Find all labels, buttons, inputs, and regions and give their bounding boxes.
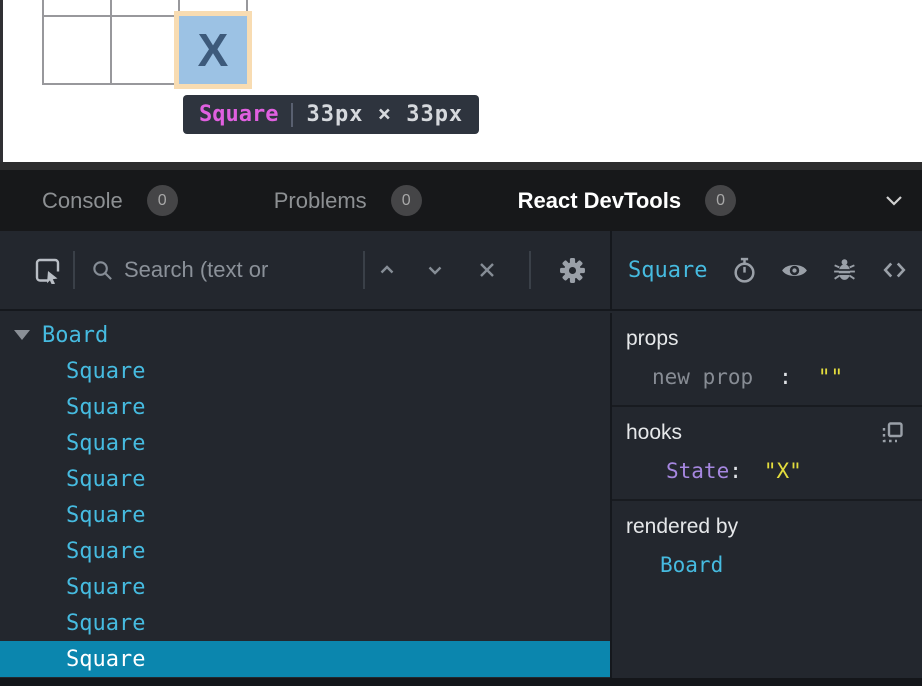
tree-item-square[interactable]: Square xyxy=(0,461,610,497)
tree-item-label: Square xyxy=(66,431,145,456)
caret-down-icon[interactable] xyxy=(14,330,30,340)
props-header: props xyxy=(626,327,679,351)
browser-page: X Square 33px × 33px xyxy=(0,0,922,162)
tab-react-devtools-badge: 0 xyxy=(705,185,736,216)
parse-hook-names-icon[interactable] xyxy=(880,421,904,445)
prop-value[interactable]: "" xyxy=(818,365,843,389)
hooks-header: hooks xyxy=(626,421,682,445)
hooks-section: hooks State : "X" xyxy=(612,407,922,501)
tab-problems-label: Problems xyxy=(274,188,367,214)
selected-component-header: Square xyxy=(612,231,922,309)
selected-component-name: Square xyxy=(628,258,707,283)
devtools-tabbar: Console 0 Problems 0 React DevTools 0 xyxy=(0,170,922,231)
tab-console-badge: 0 xyxy=(147,185,178,216)
inspect-tooltip: Square 33px × 33px xyxy=(183,95,479,134)
tree-item-label: Square xyxy=(66,503,145,528)
tab-react-devtools-label: React DevTools xyxy=(518,188,681,214)
rendered-by-header: rendered by xyxy=(626,515,738,539)
panel-top-separator xyxy=(0,162,922,170)
tree-item-square-selected[interactable]: Square xyxy=(0,641,610,677)
toolbar-divider xyxy=(73,251,75,289)
view-source-icon[interactable] xyxy=(881,258,908,282)
inspect-highlight-content: X xyxy=(179,16,247,84)
tab-problems[interactable]: Problems 0 xyxy=(274,185,422,216)
clear-search-icon[interactable] xyxy=(475,258,499,282)
tree-item-label: Square xyxy=(66,575,145,600)
tree-item-square[interactable]: Square xyxy=(0,605,610,641)
panel-bottom-edge xyxy=(0,678,922,686)
devtools-main: Board Square Square Square Square Square… xyxy=(0,313,922,678)
board-cell[interactable] xyxy=(112,0,178,15)
component-tree: Board Square Square Square Square Square… xyxy=(0,313,612,678)
board-cell[interactable] xyxy=(44,17,110,83)
new-prop-field[interactable]: new prop xyxy=(652,365,753,389)
rendered-by-owner[interactable]: Board xyxy=(626,553,922,577)
chevron-down-icon[interactable] xyxy=(423,258,447,282)
bug-icon[interactable] xyxy=(832,257,857,284)
toolbar-divider xyxy=(363,251,365,289)
search-input[interactable] xyxy=(124,257,339,283)
board-cell[interactable] xyxy=(44,0,110,15)
tree-item-square[interactable]: Square xyxy=(0,389,610,425)
tree-item-square[interactable]: Square xyxy=(0,569,610,605)
tab-console-label: Console xyxy=(42,188,123,214)
props-section: props new prop : "" xyxy=(612,313,922,407)
inspect-element-icon[interactable] xyxy=(34,257,61,284)
toolbar-divider xyxy=(529,251,531,289)
devtools-toolbar: Square xyxy=(0,231,922,311)
tree-item-label: Square xyxy=(66,395,145,420)
component-details: props new prop : "" hooks State : xyxy=(612,313,922,678)
tree-item-label: Square xyxy=(66,467,145,492)
tree-item-label: Square xyxy=(66,647,145,672)
tree-item-square[interactable]: Square xyxy=(0,533,610,569)
hook-row: State : "X" xyxy=(626,459,922,483)
tree-item-square[interactable]: Square xyxy=(0,497,610,533)
tooltip-dimensions: 33px × 33px xyxy=(306,102,463,127)
tooltip-divider xyxy=(291,103,293,127)
chevron-up-icon[interactable] xyxy=(375,258,399,282)
state-hook-label[interactable]: State xyxy=(666,459,729,483)
search-icon xyxy=(91,259,114,282)
board-cell[interactable] xyxy=(112,17,178,83)
tab-console[interactable]: Console 0 xyxy=(42,185,178,216)
colon: : xyxy=(729,459,742,483)
colon: : xyxy=(779,365,792,389)
tictactoe-board: X xyxy=(42,0,248,85)
prop-row: new prop : "" xyxy=(626,365,922,389)
tab-react-devtools[interactable]: React DevTools 0 xyxy=(518,185,736,216)
state-hook-value[interactable]: "X" xyxy=(764,459,802,483)
eye-icon[interactable] xyxy=(781,261,808,280)
rendered-by-section: rendered by Board xyxy=(612,501,922,593)
tree-item-square[interactable]: Square xyxy=(0,353,610,389)
tree-item-label: Square xyxy=(66,539,145,564)
tree-item-label: Square xyxy=(66,611,145,636)
window-left-edge xyxy=(0,0,3,162)
settings-gear-icon[interactable] xyxy=(559,257,586,284)
tree-item-square[interactable]: Square xyxy=(0,425,610,461)
tree-item-label: Square xyxy=(66,359,145,384)
tree-item-board[interactable]: Board xyxy=(0,317,610,353)
tree-item-label: Board xyxy=(42,323,108,348)
stopwatch-icon[interactable] xyxy=(732,257,757,284)
chevron-down-icon[interactable] xyxy=(882,189,906,213)
tooltip-component-name: Square xyxy=(199,102,278,127)
components-toolbar xyxy=(0,231,612,309)
board-cell-highlighted[interactable]: X xyxy=(180,17,246,83)
tab-problems-badge: 0 xyxy=(391,185,422,216)
